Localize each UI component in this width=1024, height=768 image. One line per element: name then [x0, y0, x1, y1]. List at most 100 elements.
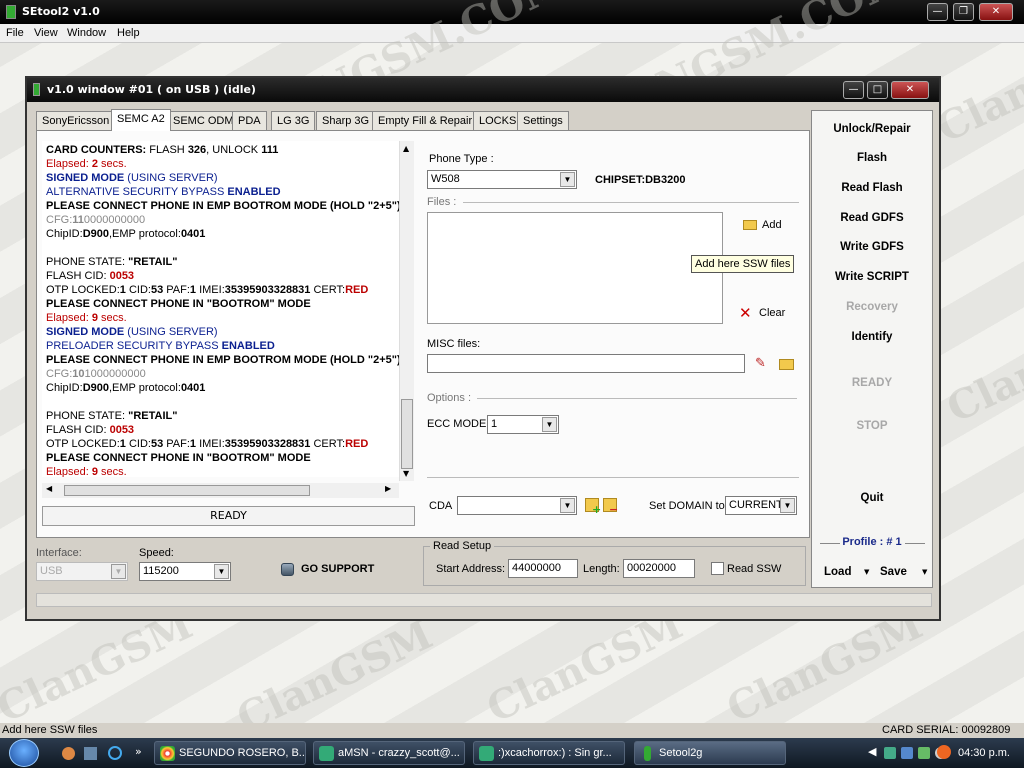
log-line-blank — [46, 241, 395, 255]
phone-type-select[interactable]: W508 ▼ — [427, 170, 577, 189]
taskbar-item[interactable]: :)xcachorrox:) : Sin gr... — [473, 741, 625, 765]
files-list[interactable] — [427, 212, 723, 324]
load-button[interactable]: Load ▼ — [824, 566, 874, 582]
chevron-down-icon[interactable]: ▼ — [111, 564, 126, 579]
log-horizontal-scrollbar[interactable]: ◀ ▶ — [42, 483, 399, 498]
flash-button[interactable]: Flash — [812, 152, 932, 164]
minimize-icon[interactable]: — — [843, 81, 864, 99]
log-line: PRELOADER SECURITY BYPASS ENABLED — [46, 340, 275, 352]
chevron-down-icon[interactable]: ▼ — [560, 498, 575, 513]
misc-files-input[interactable] — [427, 354, 745, 373]
menu-file[interactable]: File — [6, 27, 24, 39]
scroll-down-icon[interactable]: ▼ — [403, 469, 409, 478]
save-button[interactable]: Save ▼ — [880, 566, 930, 582]
add-cda-icon[interactable]: + — [585, 498, 601, 516]
start-address-input[interactable]: 44000000 — [508, 559, 578, 578]
firefox-icon[interactable] — [937, 745, 951, 759]
taskbar-item-active[interactable]: Setool2g — [634, 741, 786, 765]
menu-view[interactable]: View — [34, 27, 58, 39]
close-icon[interactable]: ✕ — [891, 81, 929, 99]
phone-type-label: Phone Type : — [429, 153, 494, 165]
chevron-left-icon[interactable]: ◀ — [868, 745, 876, 758]
maximize-icon[interactable]: □ — [867, 81, 888, 99]
length-input[interactable]: 00020000 — [623, 559, 695, 578]
interface-select[interactable]: USB ▼ — [36, 562, 128, 581]
stop-button[interactable]: STOP — [812, 420, 932, 432]
taskbar: » SEGUNDO ROSERO, B... aMSN - crazzy_sco… — [0, 738, 1024, 768]
internet-explorer-icon[interactable] — [108, 746, 122, 760]
tray-icon[interactable] — [918, 747, 930, 759]
length-label: Length: — [583, 563, 620, 575]
tab-settings[interactable]: Settings — [517, 111, 569, 131]
show-desktop-icon[interactable] — [84, 747, 97, 760]
close-icon[interactable]: ✕ — [979, 3, 1013, 21]
add-button[interactable]: Add — [743, 218, 783, 234]
ecc-mode-select[interactable]: 1 ▼ — [487, 415, 559, 434]
edit-icon[interactable]: ✎ — [755, 356, 771, 372]
read-flash-button[interactable]: Read Flash — [812, 182, 932, 194]
tab-semc-odm[interactable]: SEMC ODM — [167, 111, 240, 131]
tab-sharp-3g[interactable]: Sharp 3G — [316, 111, 376, 131]
log-output[interactable]: CARD COUNTERS: FLASH 326, UNLOCK 111 Ela… — [42, 141, 399, 477]
options-label: Options : — [427, 392, 472, 404]
tab-semc-a2[interactable]: SEMC A2 — [111, 109, 171, 131]
recovery-button[interactable]: Recovery — [812, 301, 932, 313]
watermark: ClanGSM — [939, 300, 1024, 433]
log-line: Elapsed: 9 secs. — [46, 466, 127, 477]
tool-window: v1.0 window #01 ( on USB ) (idle) — □ ✕ … — [25, 76, 941, 621]
interface-label: Interface: — [36, 547, 82, 559]
cda-select[interactable]: ▼ — [457, 496, 577, 515]
speed-select[interactable]: 115200 ▼ — [139, 562, 231, 581]
menu-help[interactable]: Help — [117, 27, 140, 39]
remove-cda-icon[interactable]: − — [603, 498, 618, 516]
minimize-icon[interactable]: — — [927, 3, 948, 21]
write-gdfs-button[interactable]: Write GDFS — [812, 241, 932, 253]
tab-pda[interactable]: PDA — [232, 111, 267, 131]
set-domain-label: Set DOMAIN to — [649, 500, 725, 512]
quicklaunch-icon[interactable] — [62, 747, 75, 760]
taskbar-item[interactable]: aMSN - crazzy_scott@... — [313, 741, 465, 765]
unlock-repair-button[interactable]: Unlock/Repair — [812, 123, 932, 135]
tab-empty-fill-repair[interactable]: Empty Fill & Repair — [372, 111, 479, 131]
domain-select[interactable]: CURRENT ▼ — [725, 496, 797, 515]
log-line: CFG:110000000000 — [46, 214, 146, 226]
scroll-left-icon[interactable]: ◀ — [46, 484, 52, 493]
quit-button[interactable]: Quit — [812, 492, 932, 504]
scroll-up-icon[interactable]: ▲ — [403, 144, 409, 153]
tray-icon[interactable] — [901, 747, 913, 759]
start-address-label: Start Address: — [436, 563, 506, 575]
chevron-down-icon[interactable]: ▼ — [560, 172, 575, 187]
clear-button[interactable]: ✕ Clear — [739, 304, 789, 322]
clock: 04:30 p.m. — [958, 747, 1010, 759]
chevron-down-icon[interactable]: ▼ — [214, 564, 229, 579]
scroll-right-icon[interactable]: ▶ — [385, 484, 391, 493]
folder-icon[interactable] — [779, 359, 794, 370]
menu-window[interactable]: Window — [67, 27, 106, 39]
go-support-button[interactable]: GO SUPPORT — [281, 562, 381, 580]
taskbar-item[interactable]: SEGUNDO ROSERO, B... — [154, 741, 306, 765]
read-gdfs-button[interactable]: Read GDFS — [812, 212, 932, 224]
log-line: ALTERNATIVE SECURITY BYPASS ENABLED — [46, 186, 281, 198]
start-button[interactable] — [9, 739, 39, 767]
group-divider — [427, 477, 799, 478]
chat-icon — [479, 746, 494, 761]
network-icon[interactable] — [884, 747, 896, 759]
log-line: SIGNED MODE (USING SERVER) — [46, 326, 218, 338]
scroll-thumb[interactable] — [401, 399, 413, 469]
chevron-right-icon[interactable]: » — [135, 745, 142, 758]
window-icon — [33, 83, 40, 96]
write-script-button[interactable]: Write SCRIPT — [812, 271, 932, 283]
identify-button[interactable]: Identify — [812, 331, 932, 343]
read-ssw-checkbox[interactable] — [711, 562, 724, 575]
log-vertical-scrollbar[interactable]: ▲ ▼ — [399, 141, 414, 481]
tab-lg-3g[interactable]: LG 3G — [271, 111, 316, 131]
chevron-down-icon[interactable]: ▼ — [780, 498, 795, 513]
restore-icon[interactable]: ❐ — [953, 3, 974, 21]
group-divider — [463, 202, 799, 203]
tab-locks[interactable]: LOCKS — [473, 111, 523, 131]
tab-sonyericsson[interactable]: SonyEricsson — [36, 111, 116, 131]
window-title: v1.0 window #01 ( on USB ) (idle) — [47, 83, 256, 96]
chevron-down-icon[interactable]: ▼ — [542, 417, 557, 432]
scroll-thumb[interactable] — [64, 485, 310, 496]
ready-indicator: READY — [851, 377, 893, 389]
